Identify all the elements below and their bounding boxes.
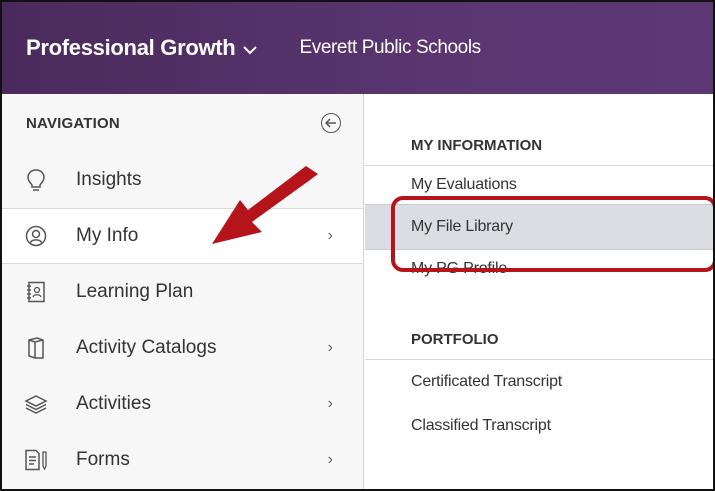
- layers-icon: [24, 392, 48, 416]
- link-classified-transcript[interactable]: Classified Transcript: [365, 404, 713, 448]
- sidebar-item-insights[interactable]: Insights: [2, 152, 363, 208]
- product-name: Professional Growth: [26, 35, 236, 60]
- arrow-left-circle-icon[interactable]: [321, 113, 341, 133]
- organization-name: Everett Public Schools: [299, 37, 481, 58]
- screenshot-frame: Professional Growth Everett Public Schoo…: [0, 0, 715, 491]
- book-icon: [24, 336, 48, 360]
- link-certificated-transcript[interactable]: Certificated Transcript: [365, 360, 713, 404]
- submenu-panel: MY INFORMATION My Evaluations My File Li…: [365, 94, 713, 489]
- contact-book-icon: [24, 280, 48, 304]
- sidebar-item-label: Forms: [76, 449, 130, 470]
- sidebar-item-activities[interactable]: Activities ›: [2, 376, 363, 432]
- sidebar-item-label: Learning Plan: [76, 281, 194, 302]
- section-divider: [365, 350, 713, 360]
- sidebar-item-label: Activities: [76, 393, 151, 414]
- sidebar-item-label: Insights: [76, 169, 142, 190]
- navigation-sidebar: NAVIGATION Insights My Info › Learning P…: [2, 94, 364, 489]
- sidebar-item-activity-catalogs[interactable]: Activity Catalogs ›: [2, 320, 363, 376]
- section-title-my-information: MY INFORMATION: [411, 136, 543, 154]
- chevron-right-icon: ›: [327, 395, 333, 412]
- sidebar-item-label: My Info: [76, 225, 139, 246]
- top-header: Professional Growth Everett Public Schoo…: [2, 2, 713, 94]
- user-circle-icon: [24, 224, 48, 248]
- chevron-right-icon: ›: [327, 227, 333, 244]
- link-my-file-library[interactable]: My File Library: [365, 204, 713, 250]
- chevron-right-icon: ›: [327, 451, 333, 468]
- navigation-header: NAVIGATION: [2, 94, 363, 152]
- lightbulb-icon: [24, 168, 48, 192]
- section-title-portfolio: PORTFOLIO: [411, 330, 499, 348]
- chevron-down-icon: [243, 42, 258, 58]
- chevron-right-icon: ›: [327, 339, 333, 356]
- navigation-title: NAVIGATION: [26, 114, 120, 132]
- sidebar-item-my-info[interactable]: My Info ›: [2, 208, 363, 264]
- link-my-pg-profile[interactable]: My PG Profile: [365, 250, 713, 288]
- form-icon: [24, 448, 48, 472]
- sidebar-item-label: Activity Catalogs: [76, 337, 217, 358]
- sidebar-item-forms[interactable]: Forms ›: [2, 432, 363, 488]
- section-divider: [365, 156, 713, 166]
- product-switcher[interactable]: Professional Growth: [26, 35, 258, 61]
- link-my-evaluations[interactable]: My Evaluations: [365, 166, 713, 204]
- sidebar-item-learning-plan[interactable]: Learning Plan: [2, 264, 363, 320]
